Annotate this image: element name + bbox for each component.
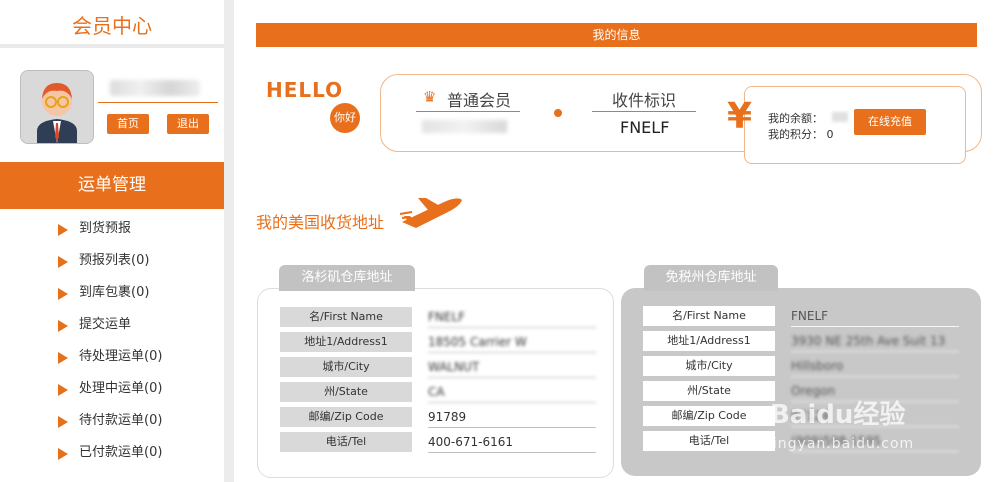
username-redacted — [110, 80, 200, 96]
field-label: 电话/Tel — [643, 431, 775, 451]
hello-logo: HELLO — [266, 78, 344, 102]
field-value: Hillsboro — [791, 356, 959, 377]
receive-mark-underline — [592, 111, 696, 112]
field-value: WALNUT — [428, 357, 596, 378]
field-value: FNELF — [791, 306, 959, 327]
field-value: 3930 NE 25th Ave Suit 13 — [791, 331, 959, 352]
sidebar-item-arrival-forecast[interactable]: 到货预报 — [0, 213, 224, 245]
member-level-underline — [416, 111, 520, 112]
menu-header: 运单管理 — [0, 162, 224, 209]
field-value: 91789 — [428, 407, 596, 428]
triangle-right-icon — [58, 416, 68, 428]
avatar-illustration — [21, 71, 93, 143]
hello-bubble: 你好 — [330, 103, 360, 133]
page-title-bar: 我的信息 — [256, 23, 977, 47]
field-label: 名/First Name — [643, 306, 775, 326]
sidebar-menu: 到货预报 预报列表(0) 到库包裹(0) 提交运单 待处理运单(0) 处理中运单… — [0, 213, 224, 469]
receive-mark-value: FNELF — [620, 118, 670, 137]
separator-dot — [554, 109, 562, 117]
sidebar-item-pending-waybills[interactable]: 待处理运单(0) — [0, 341, 224, 373]
triangle-right-icon — [58, 384, 68, 396]
field-label: 地址1/Address1 — [280, 332, 412, 352]
field-label: 电话/Tel — [280, 432, 412, 452]
sidebar: 会员中心 首页 退出 运单管理 到货预报 预报列表(0) 到库包裹(0) 提交运… — [0, 0, 224, 482]
field-label: 城市/City — [643, 356, 775, 376]
logout-button[interactable]: 退出 — [167, 114, 209, 134]
member-level: 普通会员 — [447, 91, 512, 110]
username-underline — [98, 102, 218, 103]
field-value: 18505 Carrier W — [428, 332, 596, 353]
sidebar-item-forecast-list[interactable]: 预报列表(0) — [0, 245, 224, 277]
section-title: 我的美国收货地址 — [256, 213, 385, 232]
field-label: 州/State — [643, 381, 775, 401]
plane-icon — [399, 198, 462, 228]
points-label: 我的积分： 0 — [768, 128, 834, 141]
balance-label: 我的余额： — [768, 112, 823, 125]
home-button[interactable]: 首页 — [107, 114, 149, 134]
triangle-right-icon — [58, 352, 68, 364]
receive-mark-label: 收件标识 — [612, 91, 677, 110]
sidebar-title: 会员中心 — [72, 14, 152, 38]
yen-icon: ¥ — [727, 96, 753, 137]
field-label: 邮编/Zip Code — [643, 406, 775, 426]
watermark-brand: Baidu经验 — [770, 400, 906, 430]
triangle-right-icon — [58, 224, 68, 236]
triangle-right-icon — [58, 320, 68, 332]
field-value: CA — [428, 382, 596, 403]
crown-icon: ♛ — [423, 88, 437, 106]
field-label: 地址1/Address1 — [643, 331, 775, 351]
triangle-right-icon — [58, 448, 68, 460]
sidebar-item-label: 提交运单 — [79, 317, 132, 332]
triangle-right-icon — [58, 256, 68, 268]
balance-value-redacted — [832, 112, 848, 122]
field-label: 城市/City — [280, 357, 412, 377]
sidebar-item-arrived-packages[interactable]: 到库包裹(0) — [0, 277, 224, 309]
field-value: 400-671-6161 — [428, 432, 596, 453]
sidebar-item-label: 待处理运单(0) — [79, 349, 163, 364]
field-label: 州/State — [280, 382, 412, 402]
triangle-right-icon — [58, 288, 68, 300]
tab-la-warehouse[interactable]: 洛杉矶仓库地址 — [279, 265, 415, 291]
sidebar-separator — [224, 0, 234, 482]
field-label: 邮编/Zip Code — [280, 407, 412, 427]
sidebar-item-submit-waybill[interactable]: 提交运单 — [0, 309, 224, 341]
sidebar-item-label: 到货预报 — [79, 221, 132, 236]
tab-oregon-warehouse[interactable]: 免税州仓库地址 — [644, 265, 778, 291]
sidebar-item-label: 到库包裹(0) — [79, 285, 150, 300]
sidebar-item-label: 已付款运单(0) — [79, 445, 163, 460]
sidebar-divider-line — [0, 44, 224, 48]
avatar — [20, 70, 94, 144]
sidebar-item-label: 处理中运单(0) — [79, 381, 163, 396]
recharge-button[interactable]: 在线充值 — [854, 109, 926, 135]
sidebar-item-unpaid-waybills[interactable]: 待付款运单(0) — [0, 405, 224, 437]
sidebar-item-label: 待付款运单(0) — [79, 413, 163, 428]
watermark-url: jingyan.baidu.com — [768, 436, 915, 452]
sidebar-item-processing-waybills[interactable]: 处理中运单(0) — [0, 373, 224, 405]
sidebar-item-label: 预报列表(0) — [79, 253, 150, 268]
warehouse-la-card: 名/First Name FNELF 地址1/Address1 18505 Ca… — [257, 288, 614, 478]
field-value: FNELF — [428, 307, 596, 328]
member-name-redacted — [422, 120, 507, 133]
sidebar-item-paid-waybills[interactable]: 已付款运单(0) — [0, 437, 224, 469]
field-label: 名/First Name — [280, 307, 412, 327]
